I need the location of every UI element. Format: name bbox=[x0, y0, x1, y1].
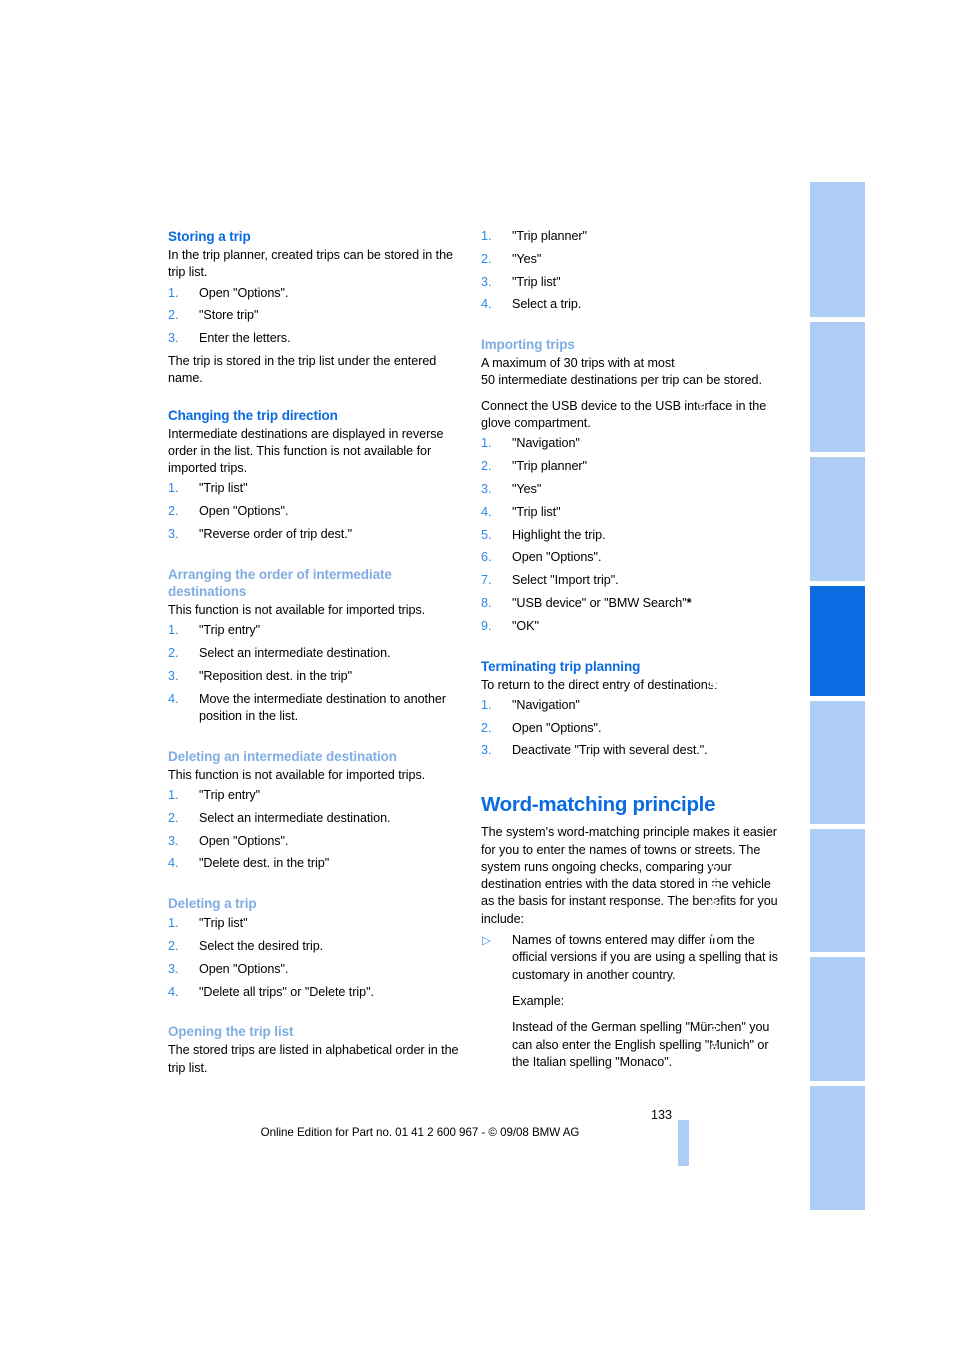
continued-steps-list: "Trip planner" "Yes" "Trip list" Select … bbox=[481, 228, 779, 314]
arranging-the-order-steps: "Trip entry" Select an intermediate dest… bbox=[168, 622, 466, 725]
sidebar-item-label: Navigation bbox=[721, 738, 733, 798]
sidebar-item-navigation[interactable]: Navigation bbox=[721, 586, 865, 798]
opening-the-trip-list-text: The stored trips are listed in alphabeti… bbox=[168, 1043, 459, 1075]
list-item-text: "USB device" or "BMW Search" bbox=[512, 595, 687, 610]
list-item: "Delete all trips" or "Delete trip". bbox=[168, 984, 374, 1002]
sidebar-item-controls[interactable]: Controls bbox=[701, 322, 865, 574]
sidebar-item-entertainment[interactable]: Entertainment bbox=[708, 701, 865, 939]
list-item: Open "Options". bbox=[168, 503, 289, 521]
list-item: "Delete dest. in the trip" bbox=[168, 855, 330, 873]
list-item: Select an intermediate destination. bbox=[168, 810, 391, 828]
list-item: Enter the letters. bbox=[168, 330, 291, 348]
section-deleting-a-trip: Deleting a trip "Trip list" Select the d… bbox=[168, 895, 466, 1001]
list-item: Select an intermediate destination. bbox=[168, 645, 391, 663]
list-item: Open "Options". bbox=[168, 961, 289, 979]
heading-opening-the-trip-list: Opening the trip list bbox=[168, 1024, 294, 1040]
list-item: "Yes" bbox=[481, 251, 542, 269]
list-item: "Store trip" bbox=[168, 307, 259, 325]
footer-edition-note: Online Edition for Part no. 01 41 2 600 … bbox=[260, 1126, 580, 1139]
manual-page: Storing a trip In the trip planner, crea… bbox=[0, 0, 954, 1350]
heading-deleting-an-intermediate-destination: Deleting an intermediate destination bbox=[168, 748, 397, 764]
storing-a-trip-steps: Open "Options". "Store trip" Enter the l… bbox=[168, 285, 466, 348]
footer-accent-bar bbox=[678, 1120, 689, 1166]
deleting-a-trip-steps: "Trip list" Select the desired trip. Ope… bbox=[168, 915, 466, 1001]
triangle-bullet-icon: ▷ bbox=[482, 935, 491, 948]
deleting-an-intermediate-destination-intro: This function is not available for impor… bbox=[168, 767, 426, 782]
sidebar-item-driving-tips[interactable]: Driving tips bbox=[707, 457, 865, 697]
list-item: "Trip list" bbox=[168, 915, 248, 933]
storing-a-trip-outro: The trip is stored in the trip list unde… bbox=[168, 353, 437, 386]
section-arranging-the-order: Arranging the order of intermediate dest… bbox=[168, 566, 466, 725]
list-item: "Trip planner" bbox=[481, 228, 587, 246]
section-deleting-an-intermediate-destination: Deleting an intermediate destination Thi… bbox=[168, 748, 466, 873]
sidebar-item-label: At a glance bbox=[696, 382, 708, 444]
sidebar-item-label: Driving tips bbox=[707, 633, 719, 697]
heading-storing-a-trip: Storing a trip bbox=[168, 229, 251, 244]
storing-a-trip-intro: In the trip planner, created trips can b… bbox=[168, 248, 453, 280]
list-item: "Trip entry" bbox=[168, 787, 261, 805]
section-storing-a-trip: Storing a trip In the trip planner, crea… bbox=[168, 228, 466, 388]
list-item: Select the desired trip. bbox=[168, 938, 324, 956]
heading-arranging-the-order: Arranging the order of intermediate dest… bbox=[168, 566, 392, 599]
list-item: Open "Options". bbox=[168, 285, 289, 303]
sidebar-item-mobility[interactable]: Mobility bbox=[707, 957, 865, 1197]
sidebar-item-reference[interactable]: Reference bbox=[707, 1086, 865, 1326]
sidebar-item-label: Entertainment bbox=[708, 861, 720, 939]
section-opening-the-trip-list: Opening the trip list The stored trips a… bbox=[168, 1023, 466, 1077]
page-number: 133 bbox=[650, 1108, 672, 1122]
sidebar-item-at-a-glance[interactable]: At a glance bbox=[696, 182, 865, 444]
list-item: Select a trip. bbox=[481, 296, 582, 314]
list-item: "Reverse order of trip dest." bbox=[168, 526, 353, 544]
sidebar-item-label: Communications bbox=[708, 973, 720, 1067]
list-item: Open "Options". bbox=[168, 833, 289, 851]
heading-changing-the-trip-direction: Changing the trip direction bbox=[168, 407, 338, 423]
sidebar-item-label: Reference bbox=[707, 1270, 719, 1326]
section-continued-steps: "Trip planner" "Yes" "Trip list" Select … bbox=[481, 228, 779, 314]
list-item: "Reposition dest. in the trip" bbox=[168, 668, 353, 686]
sidebar-item-label: Controls bbox=[701, 526, 713, 574]
changing-the-trip-direction-steps: "Trip list" Open "Options". "Reverse ord… bbox=[168, 480, 466, 543]
sidebar-item-communications[interactable]: Communications bbox=[708, 829, 865, 1067]
deleting-an-intermediate-destination-steps: "Trip entry" Select an intermediate dest… bbox=[168, 787, 466, 873]
list-item: "Trip entry" bbox=[168, 622, 261, 640]
heading-deleting-a-trip: Deleting a trip bbox=[168, 896, 257, 912]
left-column: Storing a trip In the trip planner, crea… bbox=[168, 228, 466, 1079]
sidebar-item-label: Mobility bbox=[707, 1153, 719, 1197]
list-item: Move the intermediate destination to ano… bbox=[168, 691, 447, 723]
chapter-tab-strip: At a glance Controls Driving tips Naviga… bbox=[696, 182, 865, 1326]
list-item: "Trip list" bbox=[481, 274, 561, 292]
arranging-the-order-intro: This function is not available for impor… bbox=[168, 602, 426, 617]
changing-the-trip-direction-intro: Intermediate destinations are displayed … bbox=[168, 426, 444, 476]
list-item: "Trip list" bbox=[168, 480, 248, 498]
section-changing-the-trip-direction: Changing the trip direction Intermediate… bbox=[168, 407, 466, 544]
